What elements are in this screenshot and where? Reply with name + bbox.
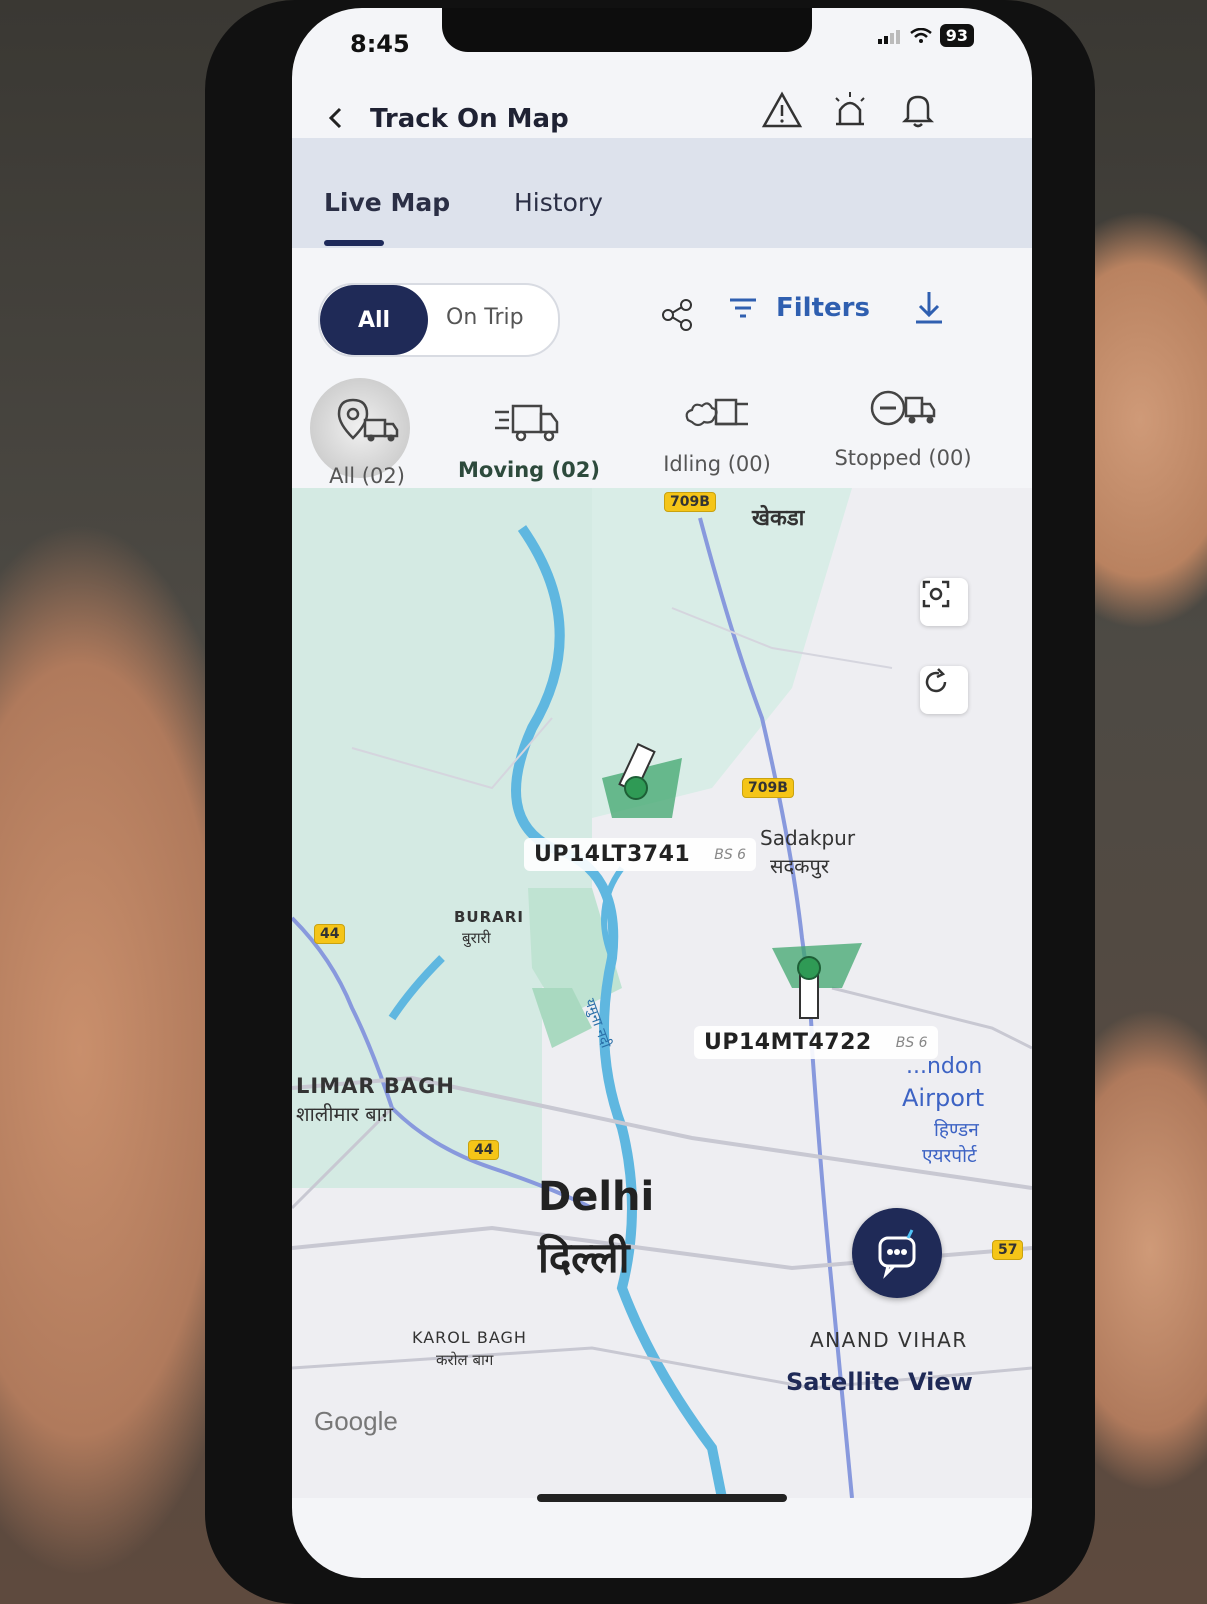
vehicle-tag[interactable]: UP14LT3741 BS 6 [524,838,757,871]
vehicle-emission: BS 6 [895,1034,928,1051]
chatbot-button[interactable] [852,1208,942,1298]
place-label-hindon-hi: हिण्डन [934,1119,979,1141]
toggle-on-trip[interactable]: On Trip [446,305,524,330]
road-badge-57: 57 [992,1240,1024,1260]
road-badge-44: 44 [314,924,346,944]
recenter-button[interactable] [920,578,968,626]
status-time: 8:45 [350,30,410,58]
toggle-all[interactable]: All [320,285,428,355]
stopped-truck-icon [870,390,936,426]
refresh-button[interactable] [920,666,968,714]
vehicle-plate: UP14LT3741 [534,842,691,867]
status-moving[interactable]: Moving (02) [458,396,600,482]
home-indicator [537,1494,787,1502]
trip-toggle: All On Trip [318,283,560,357]
wifi-icon [909,27,932,43]
tab-live-map[interactable]: Live Map [324,188,450,217]
filter-icon [730,298,756,318]
satellite-view-toggle[interactable]: Satellite View [786,1368,973,1396]
place-label-delhi-hi: दिल्ली [538,1233,630,1282]
place-label-sadakpur: Sadakpur [760,826,856,850]
place-label-khekda: खेकडा [752,506,805,531]
status-all[interactable]: All (02) [312,396,422,488]
place-label-burari: BURARI [454,908,524,926]
road-badge-709b: 709B [742,778,794,798]
moving-truck-icon [495,404,559,442]
chevron-left-icon [328,107,342,129]
location-truck-icon [337,398,399,442]
focus-icon [922,580,950,608]
place-label-delhi: Delhi [538,1174,655,1220]
vehicle-emission: BS 6 [714,846,747,863]
road-badge-44: 44 [468,1140,500,1160]
back-button[interactable] [326,104,344,137]
status-all-label: All (02) [329,464,405,488]
vehicle-plate: UP14MT4722 [704,1030,872,1055]
status-idling[interactable]: Idling (00) [652,390,782,476]
live-map[interactable]: 709B 709B 44 44 57 खेकडा Sadakpur सदकपुर… [292,488,1032,1498]
vehicle-status-row: All (02) Moving (02) Idling (00) Stopped… [292,378,1032,498]
siren-icon[interactable] [828,88,872,132]
status-idling-label: Idling (00) [663,452,771,476]
warning-triangle-icon[interactable] [760,88,804,132]
download-icon[interactable] [912,288,946,328]
status-icons: 93 [877,24,974,47]
place-label-shalimar-bagh-hi: शालीमार बाग़ [296,1102,394,1126]
tab-bar: Live Map History [292,138,1032,248]
status-stopped[interactable]: Stopped (00) [828,384,978,470]
place-label-karol-bagh-hi: करोल बाग [436,1351,494,1369]
place-label-sadakpur-hi: सदकपुर [770,854,830,878]
status-moving-label: Moving (02) [458,458,600,482]
battery-indicator: 93 [939,24,974,47]
place-label-karol-bagh: KAROL BAGH [412,1328,527,1347]
place-label-shalimar-bagh: LIMAR BAGH [296,1074,455,1098]
filters-label: Filters [776,293,870,323]
page-title: Track On Map [370,104,569,134]
place-label-anand-vihar: ANAND VIHAR [810,1328,968,1352]
signal-icon [877,29,900,44]
bell-icon[interactable] [896,88,940,132]
place-label-burari-hi: बुरारी [462,929,491,947]
notch [442,8,812,52]
filters-button[interactable]: Filters [728,293,870,323]
tab-history[interactable]: History [514,188,603,217]
share-icon[interactable] [660,298,694,332]
vehicle-tag[interactable]: UP14MT4722 BS 6 [694,1026,938,1059]
idling-truck-icon [685,398,748,427]
place-label-airport: Airport [902,1084,985,1112]
phone-screen: 8:45 93 Track On Map Live Map History Al… [292,8,1032,1578]
status-stopped-label: Stopped (00) [834,446,972,470]
chatbot-icon [878,1229,916,1279]
refresh-icon [925,668,947,693]
place-label-airport-hi: एयरपोर्ट [922,1145,977,1167]
road-badge-709b: 709B [664,492,716,512]
google-logo: Google [314,1406,398,1436]
tab-active-indicator [324,240,384,246]
